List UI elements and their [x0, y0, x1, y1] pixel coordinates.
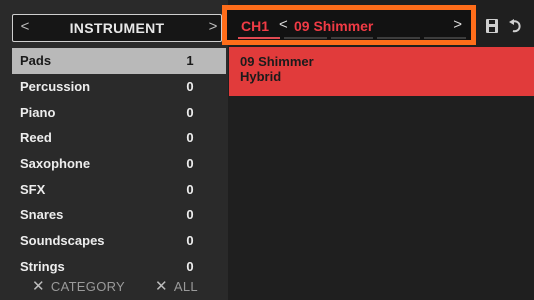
category-label: Pads	[20, 53, 52, 69]
category-item[interactable]: Piano 0	[12, 99, 226, 125]
category-count: 0	[186, 130, 194, 146]
category-item[interactable]: Reed 0	[12, 125, 226, 151]
result-subtitle: Hybrid	[240, 69, 282, 84]
category-count: 0	[186, 104, 194, 120]
category-item[interactable]: Soundscapes 0	[12, 228, 226, 254]
category-label: Percussion	[20, 79, 91, 95]
category-label: Soundscapes	[20, 233, 105, 249]
category-count: 0	[186, 258, 194, 274]
category-label: Strings	[20, 258, 65, 274]
chevron-right-icon[interactable]: >	[205, 18, 221, 35]
clear-category-button[interactable]: ✕ CATEGORY	[32, 277, 125, 295]
preset-progress	[238, 37, 467, 39]
clear-category-label: CATEGORY	[50, 278, 126, 294]
category-count: 0	[186, 156, 194, 172]
category-item[interactable]: Saxophone 0	[12, 151, 226, 177]
preset-result-item[interactable]: 09 Shimmer Hybrid	[229, 47, 534, 96]
channel-label: CH1	[241, 18, 270, 34]
category-count: 1	[186, 53, 194, 69]
category-item[interactable]: SFX 0	[12, 176, 226, 202]
clear-all-label: ALL	[173, 278, 198, 294]
category-label: Saxophone	[20, 156, 91, 172]
category-label: Snares	[20, 207, 64, 223]
preset-name: 09 Shimmer	[294, 18, 374, 34]
category-item[interactable]: Percussion 0	[12, 74, 226, 100]
save-icon[interactable]	[483, 16, 501, 36]
browser-left-panel: < INSTRUMENT > Pads 1 Percussion 0 Piano…	[0, 0, 228, 300]
undo-icon[interactable]	[507, 16, 525, 36]
category-label: Reed	[20, 130, 52, 146]
category-count: 0	[186, 233, 194, 249]
chevron-right-icon[interactable]: >	[453, 16, 462, 33]
category-item[interactable]: Snares 0	[12, 202, 226, 228]
clear-all-button[interactable]: ✕ ALL	[155, 277, 198, 295]
preset-selector[interactable]: CH1 < 09 Shimmer >	[236, 14, 468, 39]
category-count: 0	[186, 79, 194, 95]
category-item[interactable]: Pads 1	[12, 48, 226, 74]
instrument-selector[interactable]: < INSTRUMENT >	[12, 14, 222, 42]
result-name: 09 Shimmer	[240, 54, 314, 69]
category-count: 0	[186, 207, 194, 223]
browser-right-panel	[228, 0, 534, 300]
category-list: Pads 1 Percussion 0 Piano 0 Reed 0 Saxop…	[12, 48, 226, 279]
close-icon: ✕	[155, 278, 168, 295]
category-count: 0	[186, 181, 194, 197]
category-label: SFX	[20, 181, 46, 197]
category-label: Piano	[20, 104, 56, 120]
close-icon: ✕	[32, 278, 45, 295]
selector-title: INSTRUMENT	[69, 20, 165, 36]
chevron-left-icon[interactable]: <	[279, 16, 288, 33]
filter-footer: ✕ CATEGORY ✕ ALL	[12, 276, 226, 296]
